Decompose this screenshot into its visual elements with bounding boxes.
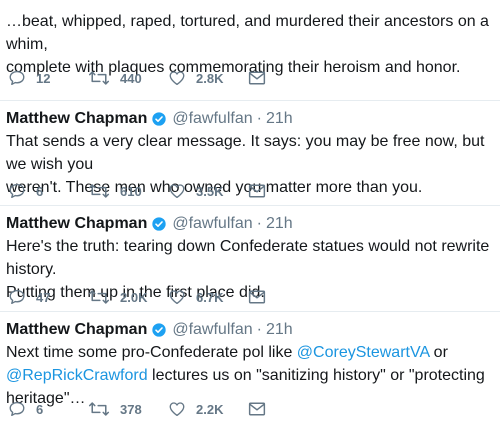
retweet-count: 378 bbox=[120, 401, 142, 417]
retweet-count: 2.0K bbox=[120, 289, 148, 305]
reply-icon bbox=[9, 289, 25, 305]
reply-button[interactable]: 47 bbox=[8, 288, 88, 306]
verified-badge-icon bbox=[152, 112, 167, 126]
retweet-button[interactable]: 2.0K bbox=[88, 288, 168, 306]
tweet-actions: 47 2.0K 6.7K bbox=[8, 287, 266, 307]
envelope-icon bbox=[248, 402, 266, 416]
reply-count: 6 bbox=[36, 401, 44, 417]
author-handle[interactable]: @fawfulfan bbox=[172, 215, 252, 233]
author-name[interactable]: Matthew Chapman bbox=[6, 110, 147, 128]
reply-icon bbox=[9, 183, 25, 199]
like-count: 2.2K bbox=[196, 401, 224, 417]
tweet-timestamp[interactable]: 21h bbox=[266, 110, 293, 128]
direct-message-button[interactable] bbox=[248, 70, 266, 86]
heart-icon bbox=[169, 402, 185, 417]
verified-badge-icon bbox=[152, 217, 167, 231]
tweet-text-part: or bbox=[433, 344, 448, 361]
divider bbox=[0, 100, 500, 101]
reply-button[interactable]: 6 bbox=[8, 182, 88, 200]
retweet-icon bbox=[88, 184, 110, 198]
like-button[interactable]: 2.2K bbox=[168, 400, 248, 418]
direct-message-button[interactable] bbox=[248, 401, 266, 417]
like-button[interactable]: 6.7K bbox=[168, 288, 248, 306]
tweet-text-part: Next time some pro-Confederate pol like bbox=[6, 344, 297, 361]
heart-icon bbox=[169, 184, 185, 199]
retweet-button[interactable]: 610 bbox=[88, 182, 168, 200]
tweet-actions: 12 440 2.8K bbox=[8, 68, 266, 88]
retweet-icon bbox=[88, 71, 110, 85]
reply-icon bbox=[9, 401, 25, 417]
tweet-timestamp[interactable]: 21h bbox=[266, 321, 293, 339]
reply-count: 47 bbox=[36, 289, 51, 305]
author-name[interactable]: Matthew Chapman bbox=[6, 215, 147, 233]
retweet-button[interactable]: 440 bbox=[88, 69, 168, 87]
reply-count: 12 bbox=[36, 70, 51, 86]
divider bbox=[0, 205, 500, 206]
separator-dot: · bbox=[256, 110, 262, 127]
reply-count: 6 bbox=[36, 183, 44, 199]
tweet-timestamp[interactable]: 21h bbox=[266, 215, 293, 233]
direct-message-button[interactable] bbox=[248, 289, 266, 305]
mention-link[interactable]: @CoreyStewartVA bbox=[297, 344, 429, 361]
mention-link[interactable]: @RepRickCrawford bbox=[6, 367, 148, 384]
separator-dot: · bbox=[256, 321, 262, 338]
like-count: 6.7K bbox=[196, 289, 224, 305]
envelope-icon bbox=[248, 290, 266, 304]
reply-button[interactable]: 12 bbox=[8, 69, 88, 87]
heart-icon bbox=[169, 290, 185, 305]
envelope-icon bbox=[248, 71, 266, 85]
direct-message-button[interactable] bbox=[248, 183, 266, 199]
envelope-icon bbox=[248, 184, 266, 198]
tweet-actions: 6 378 2.2K bbox=[8, 399, 266, 419]
like-button[interactable]: 3.5K bbox=[168, 182, 248, 200]
author-handle[interactable]: @fawfulfan bbox=[172, 321, 252, 339]
retweet-button[interactable]: 378 bbox=[88, 400, 168, 418]
tweet-header: Matthew Chapman @fawfulfan · 21h bbox=[6, 319, 293, 341]
tweet-header: Matthew Chapman @fawfulfan · 21h bbox=[6, 213, 293, 235]
heart-icon bbox=[169, 71, 185, 86]
tweet-actions: 6 610 3.5K bbox=[8, 181, 266, 201]
retweet-count: 440 bbox=[120, 70, 142, 86]
retweet-count: 610 bbox=[120, 183, 142, 199]
author-name[interactable]: Matthew Chapman bbox=[6, 321, 147, 339]
retweet-icon bbox=[88, 290, 110, 304]
divider bbox=[0, 311, 500, 312]
reply-icon bbox=[9, 70, 25, 86]
author-handle[interactable]: @fawfulfan bbox=[172, 110, 252, 128]
retweet-icon bbox=[88, 402, 110, 416]
like-count: 2.8K bbox=[196, 70, 224, 86]
separator-dot: · bbox=[256, 215, 262, 232]
like-button[interactable]: 2.8K bbox=[168, 69, 248, 87]
verified-badge-icon bbox=[152, 323, 167, 337]
tweet-header: Matthew Chapman @fawfulfan · 21h bbox=[6, 108, 293, 130]
like-count: 3.5K bbox=[196, 183, 224, 199]
reply-button[interactable]: 6 bbox=[8, 400, 88, 418]
